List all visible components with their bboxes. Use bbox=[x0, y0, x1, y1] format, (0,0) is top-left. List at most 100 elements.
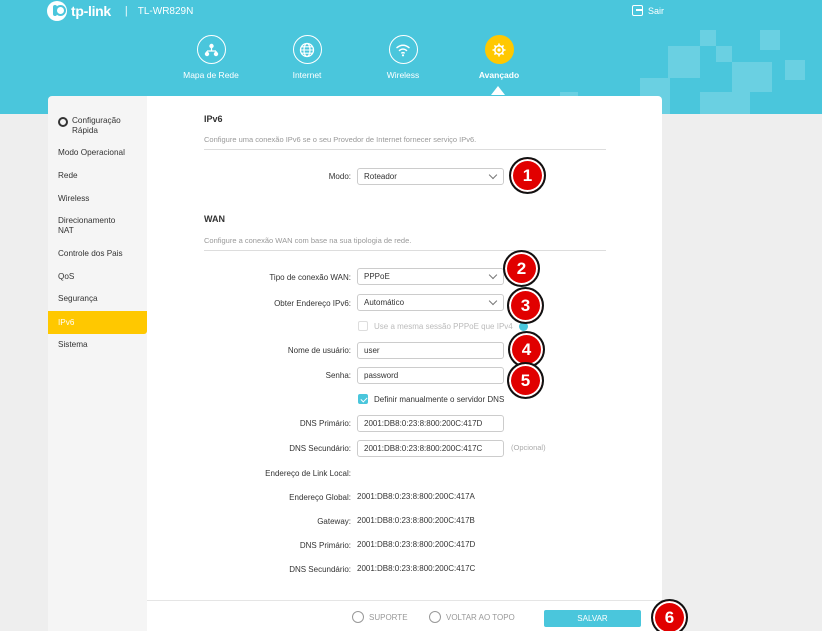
global-address-label: Endereço Global: bbox=[289, 493, 351, 502]
tp-link-logo: tp-link | TL-WR829N bbox=[47, 1, 193, 21]
nav-tab-advanced[interactable]: Avançado bbox=[454, 35, 544, 80]
sidebar-item-nat-forwarding[interactable]: Direcionamento NAT bbox=[48, 216, 128, 236]
annotation-badge: 1 bbox=[509, 157, 546, 194]
headset-icon bbox=[352, 611, 364, 623]
username-value: user bbox=[364, 346, 380, 355]
gateway-value: 2001:DB8:0:23:8:800:200C:417B bbox=[357, 516, 475, 525]
password-value: password bbox=[364, 371, 399, 380]
manual-dns-option[interactable]: Definir manualmente o servidor DNS bbox=[358, 394, 504, 404]
support-link[interactable]: SUPORTE bbox=[352, 611, 408, 623]
sidebar-item-label: QoS bbox=[58, 272, 75, 281]
model-name: TL-WR829N bbox=[137, 5, 194, 17]
tp-link-logo-icon bbox=[47, 1, 67, 21]
nav-label: Internet bbox=[292, 70, 322, 80]
sidebar-item-operation-mode[interactable]: Modo Operacional bbox=[48, 148, 147, 158]
support-label: SUPORTE bbox=[369, 612, 408, 622]
dns-secondary-value: 2001:DB8:0:23:8:800:200C:417C bbox=[364, 444, 483, 453]
globe-icon bbox=[292, 35, 322, 64]
active-tab-caret bbox=[491, 86, 505, 95]
gear-icon bbox=[58, 117, 68, 127]
optional-hint: (Opcional) bbox=[511, 443, 546, 452]
annotation-badge: 3 bbox=[507, 287, 544, 324]
decor-pixel bbox=[716, 46, 732, 62]
decor-pixel bbox=[700, 92, 750, 114]
nav-tab-network-map[interactable]: Mapa de Rede bbox=[166, 35, 256, 80]
wifi-icon bbox=[388, 35, 418, 64]
logo-separator: | bbox=[124, 5, 128, 17]
wan-connection-type-select[interactable]: PPPoE bbox=[357, 268, 504, 285]
nav-label: Mapa de Rede bbox=[183, 70, 239, 80]
decor-pixel bbox=[700, 30, 716, 46]
sidebar-item-ipv6[interactable]: IPv6 bbox=[48, 311, 147, 334]
decor-pixel bbox=[760, 30, 780, 50]
dns-secondary-input[interactable]: 2001:DB8:0:23:8:800:200C:417C bbox=[357, 440, 504, 457]
get-ipv6-address-value: Automático bbox=[364, 298, 405, 307]
ipv6-section-description: Configure uma conexão IPv6 se o seu Prov… bbox=[204, 135, 606, 150]
footer-bar: SUPORTE VOLTAR AO TOPO SALVAR bbox=[147, 600, 662, 631]
annotation-badge: 5 bbox=[507, 362, 544, 399]
logout-label: Sair bbox=[648, 5, 665, 16]
sidebar-item-security[interactable]: Segurança bbox=[48, 294, 147, 304]
same-pppoe-session-label: Use a mesma sessão PPPoE que IPv4 bbox=[374, 321, 513, 331]
network-map-icon bbox=[196, 35, 226, 64]
logo-text: tp-link bbox=[71, 3, 111, 19]
decor-pixel bbox=[785, 60, 805, 80]
sidebar-item-network[interactable]: Rede bbox=[48, 171, 147, 181]
wan-section-title: WAN bbox=[204, 214, 225, 224]
global-address-value: 2001:DB8:0:23:8:800:200C:417A bbox=[357, 492, 475, 501]
arrow-up-circle-icon bbox=[429, 611, 441, 623]
password-label: Senha: bbox=[325, 371, 351, 380]
wan-section-description: Configure a conexão WAN com base na sua … bbox=[204, 236, 606, 251]
get-ipv6-address-label: Obter Endereço IPv6: bbox=[274, 299, 351, 308]
sidebar: Configuração Rápida Modo Operacional Red… bbox=[48, 96, 147, 631]
status-dns-primary-value: 2001:DB8:0:23:8:800:200C:417D bbox=[357, 540, 476, 549]
link-local-address-label: Endereço de Link Local: bbox=[265, 469, 351, 478]
sidebar-item-label: Wireless bbox=[58, 194, 90, 203]
sidebar-item-label: Controle dos Pais bbox=[58, 249, 123, 258]
sidebar-item-parental-controls[interactable]: Controle dos Pais bbox=[48, 249, 147, 259]
sidebar-item-quick-setup[interactable]: Configuração Rápida bbox=[48, 116, 147, 136]
back-to-top-link[interactable]: VOLTAR AO TOPO bbox=[429, 611, 515, 623]
status-dns-secondary-label: DNS Secundário: bbox=[289, 565, 351, 574]
manual-dns-label: Definir manualmente o servidor DNS bbox=[374, 394, 505, 404]
get-ipv6-address-select[interactable]: Automático bbox=[357, 294, 504, 311]
dns-primary-value: 2001:DB8:0:23:8:800:200C:417D bbox=[364, 419, 483, 428]
same-pppoe-session-option[interactable]: Use a mesma sessão PPPoE que IPv4 bbox=[358, 321, 528, 331]
same-pppoe-session-checkbox[interactable] bbox=[358, 321, 368, 331]
sidebar-item-label: Configuração Rápida bbox=[72, 116, 121, 135]
sidebar-item-label: IPv6 bbox=[58, 317, 75, 327]
wan-connection-type-label: Tipo de conexão WAN: bbox=[269, 273, 351, 282]
sidebar-item-label: Modo Operacional bbox=[58, 148, 125, 157]
sidebar-item-label: Rede bbox=[58, 171, 78, 180]
sidebar-item-label: Sistema bbox=[58, 340, 88, 349]
decor-pixel bbox=[732, 62, 772, 92]
decor-pixel bbox=[668, 46, 700, 78]
main-panel: IPv6 Configure uma conexão IPv6 se o seu… bbox=[147, 96, 662, 631]
save-button[interactable]: SALVAR bbox=[544, 610, 641, 627]
password-input[interactable]: password bbox=[357, 367, 504, 384]
mode-select[interactable]: Roteador bbox=[357, 168, 504, 185]
logout-button[interactable]: Sair bbox=[632, 5, 664, 16]
nav-tab-internet[interactable]: Internet bbox=[262, 35, 352, 80]
sidebar-item-wireless[interactable]: Wireless bbox=[48, 194, 147, 204]
back-to-top-label: VOLTAR AO TOPO bbox=[446, 612, 515, 622]
username-label: Nome de usuário: bbox=[287, 346, 351, 355]
annotation-badge: 6 bbox=[651, 599, 688, 631]
status-dns-secondary-value: 2001:DB8:0:23:8:800:200C:417C bbox=[357, 564, 476, 573]
sidebar-item-label: Segurança bbox=[58, 294, 98, 303]
gateway-label: Gateway: bbox=[317, 517, 351, 526]
dns-secondary-label: DNS Secundário: bbox=[289, 444, 351, 453]
mode-select-value: Roteador bbox=[364, 172, 397, 181]
gear-icon bbox=[484, 35, 514, 64]
status-dns-primary-label: DNS Primário: bbox=[299, 541, 351, 550]
dns-primary-input[interactable]: 2001:DB8:0:23:8:800:200C:417D bbox=[357, 415, 504, 432]
username-input[interactable]: user bbox=[357, 342, 504, 359]
logout-icon bbox=[632, 5, 643, 16]
ipv6-section-title: IPv6 bbox=[204, 114, 223, 124]
sidebar-item-qos[interactable]: QoS bbox=[48, 272, 147, 282]
manual-dns-checkbox[interactable] bbox=[358, 394, 368, 404]
dns-primary-label: DNS Primário: bbox=[299, 419, 351, 428]
sidebar-item-label: Direcionamento NAT bbox=[58, 216, 116, 235]
sidebar-item-system[interactable]: Sistema bbox=[48, 340, 147, 350]
nav-tab-wireless[interactable]: Wireless bbox=[358, 35, 448, 80]
